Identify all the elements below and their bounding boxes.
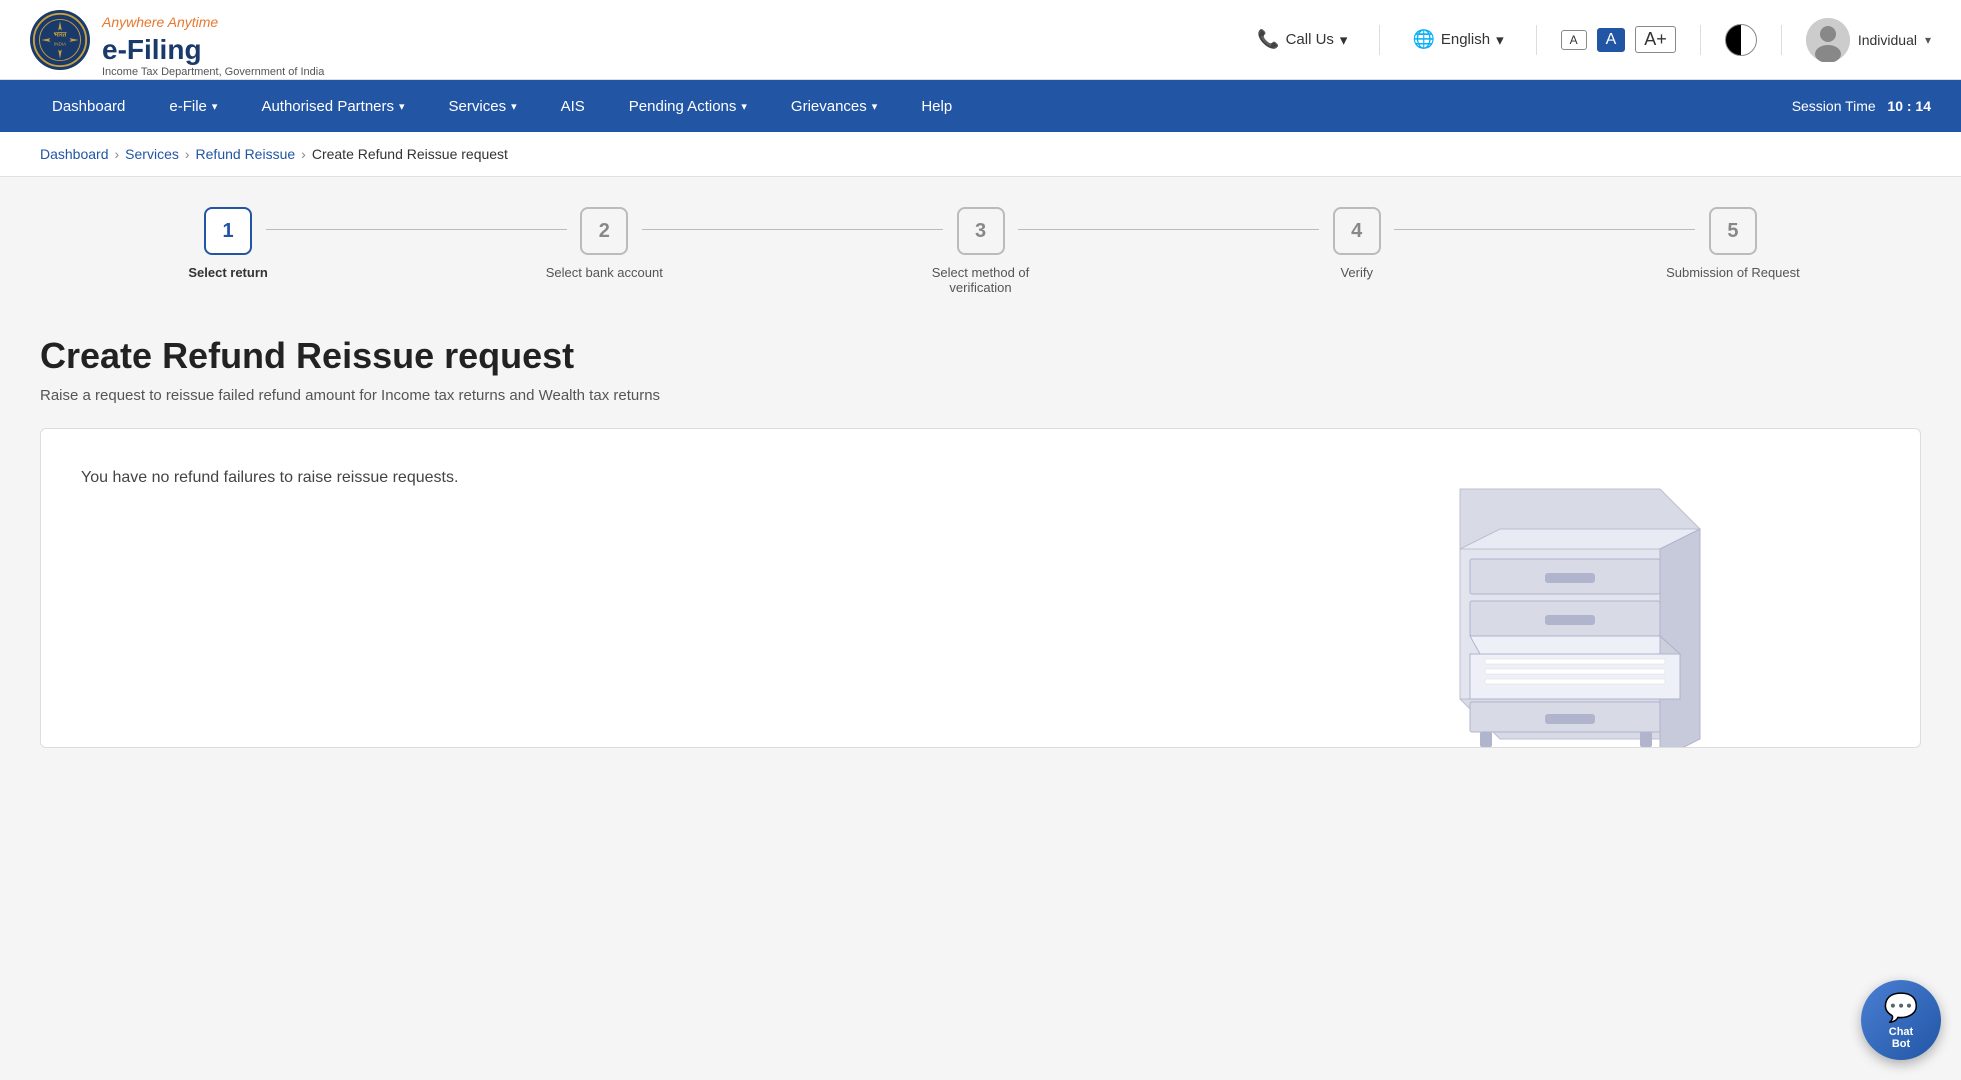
breadcrumb-sep-1: › (115, 146, 120, 162)
user-type-label: Individual (1858, 32, 1917, 48)
step-3-label: Select method of verification (911, 265, 1051, 295)
font-small-button[interactable]: A (1561, 30, 1587, 50)
logo-text: Anywhere Anytime e-Filing Income Tax Dep… (102, 2, 324, 78)
step-2: 2 Select bank account (416, 207, 792, 280)
globe-icon: 🌐 (1412, 29, 1434, 50)
breadcrumb-current: Create Refund Reissue request (312, 146, 508, 162)
chatbot-icon: 💬 (1884, 991, 1919, 1024)
avatar (1806, 18, 1850, 62)
step-4-label: Verify (1340, 265, 1373, 280)
nav-bar: Dashboard e-File ▾ Authorised Partners ▾… (0, 80, 1961, 132)
breadcrumb-sep-3: › (301, 146, 306, 162)
call-us-arrow: ▾ (1340, 31, 1348, 49)
lang-arrow: ▾ (1496, 31, 1504, 49)
separator-4 (1781, 25, 1782, 55)
nav-ais[interactable]: AIS (539, 80, 607, 132)
step-4: 4 Verify (1169, 207, 1545, 280)
breadcrumb-sep-2: › (185, 146, 190, 162)
pending-arrow: ▾ (741, 100, 747, 113)
nav-help[interactable]: Help (899, 80, 974, 132)
logo-efiling: Anywhere Anytime e-Filing (102, 2, 324, 66)
svg-text:INDIA: INDIA (54, 41, 67, 46)
separator-2 (1536, 25, 1537, 55)
session-time: Session Time 10 : 14 (1792, 98, 1931, 114)
grievances-arrow: ▾ (872, 100, 878, 113)
main-content: 1 Select return 2 Select bank account 3 … (0, 177, 1961, 778)
chatbot-button[interactable]: 💬 ChatBot (1861, 980, 1941, 1060)
efile-arrow: ▾ (212, 100, 218, 113)
step-5-label: Submission of Request (1666, 265, 1800, 280)
nav-authorised-partners[interactable]: Authorised Partners ▾ (239, 80, 426, 132)
phone-icon: 📞 (1257, 29, 1279, 50)
logo-area: भारत INDIA Anywhere Anytime e-Filing Inc… (30, 2, 324, 78)
font-controls: A A A+ (1561, 26, 1676, 53)
content-card: You have no refund failures to raise rei… (40, 428, 1921, 748)
emblem-icon: भारत INDIA (30, 10, 90, 70)
nav-services[interactable]: Services ▾ (427, 80, 539, 132)
step-4-circle: 4 (1333, 207, 1381, 255)
page-subtitle: Raise a request to reissue failed refund… (40, 387, 1921, 404)
step-3: 3 Select method of verification (792, 207, 1168, 295)
step-1: 1 Select return (40, 207, 416, 280)
steps-container: 1 Select return 2 Select bank account 3 … (40, 207, 1921, 295)
nav-grievances[interactable]: Grievances ▾ (769, 80, 899, 132)
svg-text:भारत: भारत (54, 31, 67, 38)
user-dropdown-arrow: ▾ (1925, 33, 1931, 47)
nav-dashboard[interactable]: Dashboard (30, 80, 147, 132)
step-2-circle: 2 (580, 207, 628, 255)
breadcrumb-dashboard[interactable]: Dashboard (40, 146, 109, 162)
breadcrumb-refund-reissue[interactable]: Refund Reissue (196, 146, 296, 162)
auth-partners-arrow: ▾ (399, 100, 405, 113)
breadcrumb-services[interactable]: Services (125, 146, 179, 162)
language-button[interactable]: 🌐 English ▾ (1404, 25, 1511, 54)
services-arrow: ▾ (511, 100, 517, 113)
step-2-label: Select bank account (546, 265, 663, 280)
step-3-circle: 3 (957, 207, 1005, 255)
cabinet-illustration (1400, 459, 1720, 748)
page-title: Create Refund Reissue request (40, 335, 1921, 377)
step-5-circle: 5 (1709, 207, 1757, 255)
top-bar: भारत INDIA Anywhere Anytime e-Filing Inc… (0, 0, 1961, 80)
call-us-button[interactable]: 📞 Call Us ▾ (1249, 25, 1355, 54)
top-bar-right: 📞 Call Us ▾ 🌐 English ▾ A A A+ (1249, 18, 1931, 62)
nav-pending-actions[interactable]: Pending Actions ▾ (607, 80, 769, 132)
user-area[interactable]: Individual ▾ (1806, 18, 1931, 62)
step-1-circle: 1 (204, 207, 252, 255)
separator-3 (1700, 25, 1701, 55)
font-large-button[interactable]: A+ (1635, 26, 1676, 53)
nav-efile[interactable]: e-File ▾ (147, 80, 239, 132)
logo-subtitle: Income Tax Department, Government of Ind… (102, 66, 324, 78)
step-5: 5 Submission of Request (1545, 207, 1921, 280)
breadcrumb: Dashboard › Services › Refund Reissue › … (0, 132, 1961, 177)
font-medium-button[interactable]: A (1597, 28, 1626, 52)
contrast-button[interactable] (1725, 24, 1757, 56)
chatbot-label: ChatBot (1889, 1026, 1913, 1050)
step-1-label: Select return (188, 265, 267, 280)
separator-1 (1379, 25, 1380, 55)
